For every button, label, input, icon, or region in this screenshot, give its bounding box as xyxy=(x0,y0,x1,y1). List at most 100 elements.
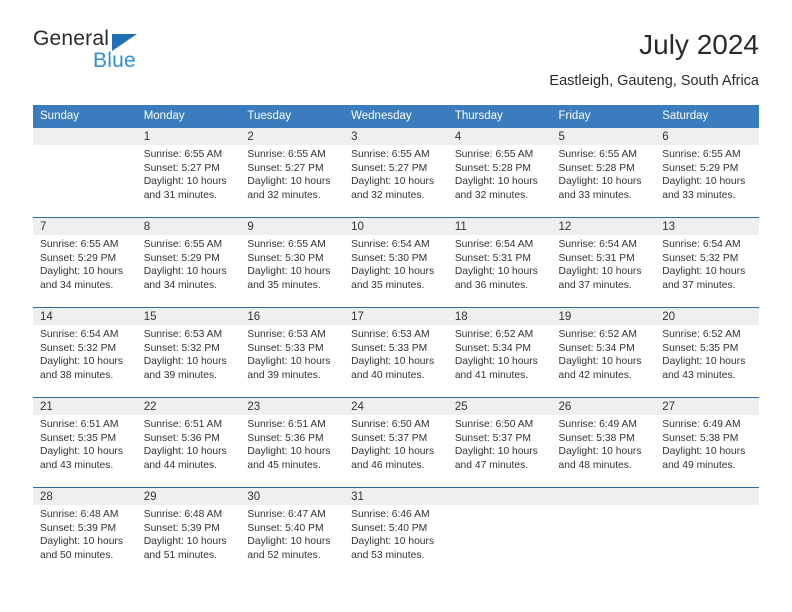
general-blue-logo[interactable]: General Blue xyxy=(33,28,253,84)
day-number: 26 xyxy=(551,398,656,415)
day-cell[interactable]: 19 Sunrise: 6:52 AM Sunset: 5:34 PM Dayligh… xyxy=(551,307,656,398)
day-number: 31 xyxy=(344,488,448,505)
day-details: Sunrise: 6:53 AM Sunset: 5:33 PM Daylight:… xyxy=(344,325,448,382)
daylight-text-line1: Daylight: 10 hours xyxy=(247,266,331,278)
daylight-text-line1: Daylight: 10 hours xyxy=(40,266,123,278)
day-cell[interactable]: 15 Sunrise: 6:53 AM Sunset: 5:32 PM Dayligh… xyxy=(136,307,241,398)
day-cell[interactable]: 11 Sunrise: 6:54 AM Sunset: 5:31 PM Dayligh… xyxy=(447,217,552,308)
day-cell[interactable]: 18 Sunrise: 6:52 AM Sunset: 5:34 PM Dayligh… xyxy=(447,307,552,398)
day-number: 3 xyxy=(344,128,448,145)
day-cell[interactable]: 4 Sunrise: 6:55 AM Sunset: 5:28 PM Daylight… xyxy=(447,128,552,218)
calendar-body: 1 Sunrise: 6:55 AM Sunset: 5:27 PM Daylight… xyxy=(33,128,759,577)
day-cell[interactable]: 12 Sunrise: 6:54 AM Sunset: 5:31 PM Dayligh… xyxy=(551,217,656,308)
day-number: 15 xyxy=(136,308,241,325)
sunset-text: Sunset: 5:38 PM xyxy=(662,432,739,444)
day-cell[interactable]: 30 Sunrise: 6:47 AM Sunset: 5:40 PM Dayligh… xyxy=(240,487,345,577)
day-number: 30 xyxy=(240,488,345,505)
daylight-text-line2: and 42 minutes. xyxy=(558,369,632,381)
sunrise-text: Sunrise: 6:55 AM xyxy=(143,149,223,160)
sunrise-text: Sunrise: 6:52 AM xyxy=(662,329,741,340)
day-cell[interactable]: 27 Sunrise: 6:49 AM Sunset: 5:38 PM Dayligh… xyxy=(655,397,759,488)
day-number: 16 xyxy=(240,308,345,325)
calendar-week-row: 28 Sunrise: 6:48 AM Sunset: 5:39 PM Dayligh… xyxy=(33,487,759,577)
day-cell[interactable]: 25 Sunrise: 6:50 AM Sunset: 5:37 PM Dayligh… xyxy=(447,397,552,488)
day-cell[interactable]: 13 Sunrise: 6:54 AM Sunset: 5:32 PM Dayligh… xyxy=(655,217,759,308)
day-details: Sunrise: 6:49 AM Sunset: 5:38 PM Daylight:… xyxy=(655,415,759,472)
day-cell[interactable]: 6 Sunrise: 6:55 AM Sunset: 5:29 PM Daylight… xyxy=(655,128,759,218)
daylight-text-line2: and 53 minutes. xyxy=(351,549,425,561)
day-cell[interactable]: 7 Sunrise: 6:55 AM Sunset: 5:29 PM Daylight… xyxy=(33,217,137,308)
day-details: Sunrise: 6:50 AM Sunset: 5:37 PM Daylight:… xyxy=(448,415,552,472)
day-details: Sunrise: 6:47 AM Sunset: 5:40 PM Daylight:… xyxy=(240,505,344,562)
day-cell[interactable]: 3 Sunrise: 6:55 AM Sunset: 5:27 PM Daylight… xyxy=(344,128,448,218)
daylight-text-line2: and 32 minutes. xyxy=(247,189,321,201)
daylight-text-line2: and 47 minutes. xyxy=(454,459,529,471)
day-number: 19 xyxy=(551,308,656,325)
daylight-text-line2: and 52 minutes. xyxy=(247,549,321,561)
day-cell[interactable]: 29 Sunrise: 6:48 AM Sunset: 5:39 PM Dayligh… xyxy=(136,487,241,577)
sunset-text: Sunset: 5:36 PM xyxy=(143,432,220,444)
day-cell[interactable]: 17 Sunrise: 6:53 AM Sunset: 5:33 PM Dayligh… xyxy=(344,307,448,398)
calendar-week-row: 14 Sunrise: 6:54 AM Sunset: 5:32 PM Dayligh… xyxy=(33,307,759,398)
day-number: 11 xyxy=(447,218,552,235)
daylight-text-line1: Daylight: 10 hours xyxy=(143,356,227,368)
calendar-week-row: 21 Sunrise: 6:51 AM Sunset: 5:35 PM Dayligh… xyxy=(33,397,759,488)
day-details: Sunrise: 6:53 AM Sunset: 5:33 PM Daylight:… xyxy=(240,325,344,382)
day-details: Sunrise: 6:55 AM Sunset: 5:28 PM Daylight:… xyxy=(448,145,552,202)
daylight-text-line1: Daylight: 10 hours xyxy=(351,176,435,188)
day-cell[interactable]: 21 Sunrise: 6:51 AM Sunset: 5:35 PM Dayligh… xyxy=(33,397,137,488)
daylight-text-line2: and 44 minutes. xyxy=(143,459,217,471)
day-cell[interactable]: 20 Sunrise: 6:52 AM Sunset: 5:35 PM Dayligh… xyxy=(655,307,759,398)
day-cell[interactable]: 8 Sunrise: 6:55 AM Sunset: 5:29 PM Daylight… xyxy=(136,217,241,308)
day-number: 12 xyxy=(551,218,656,235)
sunrise-text: Sunrise: 6:52 AM xyxy=(454,329,534,340)
daylight-text-line1: Daylight: 10 hours xyxy=(351,266,435,278)
sunset-text: Sunset: 5:35 PM xyxy=(662,342,739,354)
daylight-text-line2: and 38 minutes. xyxy=(40,369,114,381)
sunset-text: Sunset: 5:35 PM xyxy=(40,432,117,444)
sunrise-text: Sunrise: 6:54 AM xyxy=(662,239,741,250)
sunrise-text: Sunrise: 6:51 AM xyxy=(247,419,326,430)
daylight-text-line2: and 46 minutes. xyxy=(351,459,425,471)
day-details: Sunrise: 6:53 AM Sunset: 5:32 PM Daylight:… xyxy=(137,325,241,382)
day-details: Sunrise: 6:55 AM Sunset: 5:29 PM Daylight:… xyxy=(137,235,241,292)
sunset-text: Sunset: 5:39 PM xyxy=(143,522,220,534)
day-cell[interactable]: 2 Sunrise: 6:55 AM Sunset: 5:27 PM Daylight… xyxy=(240,128,345,218)
day-cell[interactable]: 26 Sunrise: 6:49 AM Sunset: 5:38 PM Dayligh… xyxy=(551,397,656,488)
day-details: Sunrise: 6:54 AM Sunset: 5:32 PM Daylight:… xyxy=(655,235,759,292)
day-cell[interactable]: 9 Sunrise: 6:55 AM Sunset: 5:30 PM Daylight… xyxy=(240,217,345,308)
day-cell[interactable]: 22 Sunrise: 6:51 AM Sunset: 5:36 PM Dayligh… xyxy=(136,397,241,488)
day-details: Sunrise: 6:55 AM Sunset: 5:27 PM Daylight:… xyxy=(240,145,344,202)
day-cell-empty xyxy=(655,487,759,577)
day-cell[interactable]: 24 Sunrise: 6:50 AM Sunset: 5:37 PM Dayligh… xyxy=(344,397,448,488)
weekday-header-saturday: Saturday xyxy=(655,105,759,128)
sunrise-text: Sunrise: 6:55 AM xyxy=(662,149,741,160)
daylight-text-line2: and 36 minutes. xyxy=(454,279,529,291)
sunset-text: Sunset: 5:39 PM xyxy=(40,522,117,534)
sunset-text: Sunset: 5:38 PM xyxy=(558,432,635,444)
daylight-text-line2: and 39 minutes. xyxy=(247,369,321,381)
sunset-text: Sunset: 5:27 PM xyxy=(247,162,324,174)
daylight-text-line2: and 39 minutes. xyxy=(143,369,217,381)
day-details: Sunrise: 6:50 AM Sunset: 5:37 PM Daylight:… xyxy=(344,415,448,472)
day-cell[interactable]: 23 Sunrise: 6:51 AM Sunset: 5:36 PM Dayligh… xyxy=(240,397,345,488)
day-number: 2 xyxy=(240,128,345,145)
day-details: Sunrise: 6:54 AM Sunset: 5:31 PM Daylight:… xyxy=(448,235,552,292)
sunset-text: Sunset: 5:29 PM xyxy=(662,162,739,174)
sunrise-text: Sunrise: 6:49 AM xyxy=(662,419,741,430)
day-cell[interactable]: 31 Sunrise: 6:46 AM Sunset: 5:40 PM Dayligh… xyxy=(344,487,448,577)
daylight-text-line1: Daylight: 10 hours xyxy=(454,176,538,188)
day-cell[interactable]: 10 Sunrise: 6:54 AM Sunset: 5:30 PM Dayligh… xyxy=(344,217,448,308)
day-cell[interactable]: 14 Sunrise: 6:54 AM Sunset: 5:32 PM Dayligh… xyxy=(33,307,137,398)
daylight-text-line1: Daylight: 10 hours xyxy=(662,176,746,188)
day-cell[interactable]: 28 Sunrise: 6:48 AM Sunset: 5:39 PM Dayligh… xyxy=(33,487,137,577)
day-cell[interactable]: 16 Sunrise: 6:53 AM Sunset: 5:33 PM Dayligh… xyxy=(240,307,345,398)
daylight-text-line1: Daylight: 10 hours xyxy=(662,356,746,368)
day-cell[interactable]: 1 Sunrise: 6:55 AM Sunset: 5:27 PM Daylight… xyxy=(136,128,241,218)
day-cell-empty xyxy=(551,487,656,577)
sunrise-text: Sunrise: 6:51 AM xyxy=(40,419,119,430)
daylight-text-line2: and 34 minutes. xyxy=(40,279,114,291)
day-cell[interactable]: 5 Sunrise: 6:55 AM Sunset: 5:28 PM Daylight… xyxy=(551,128,656,218)
daylight-text-line2: and 45 minutes. xyxy=(247,459,321,471)
sunset-text: Sunset: 5:34 PM xyxy=(558,342,635,354)
